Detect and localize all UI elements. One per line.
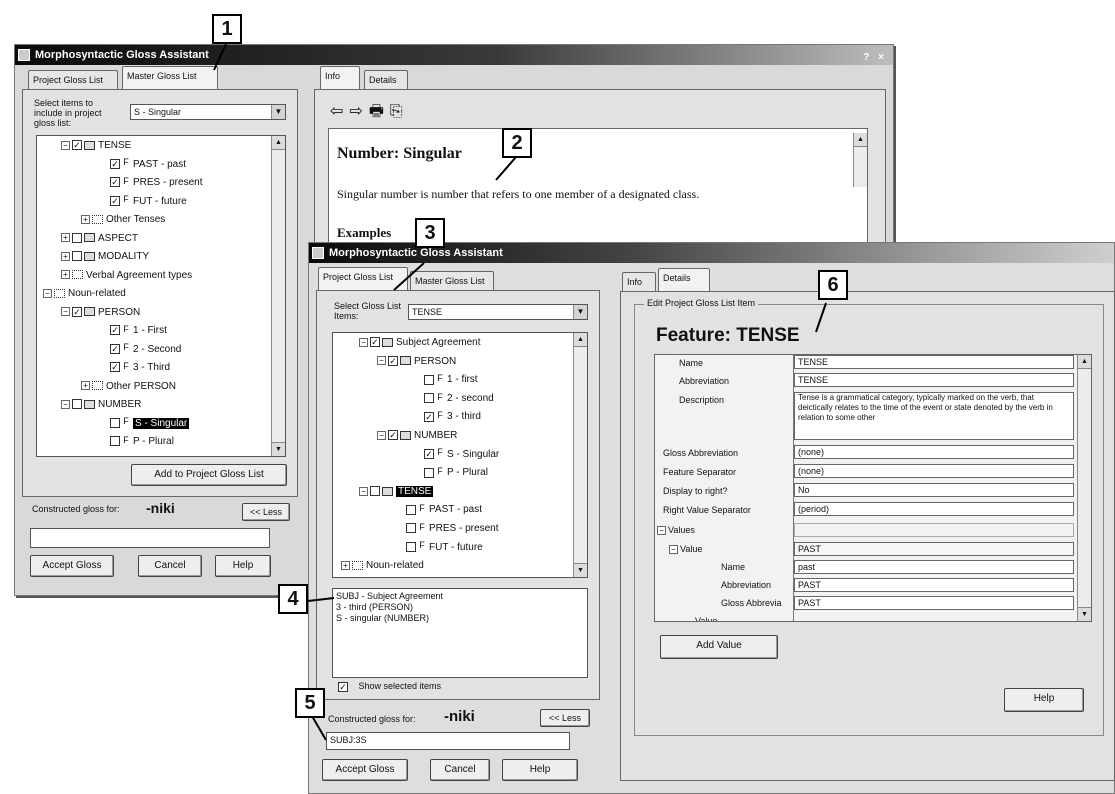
callout-arrow-3 [393, 262, 425, 291]
callout-arrow-1 [213, 43, 227, 71]
callout-2: 2 [502, 128, 532, 158]
callout-arrow-2 [495, 156, 517, 181]
callout-arrow-4 [307, 597, 335, 602]
callout-arrow-5 [311, 715, 327, 741]
callout-arrows [213, 43, 827, 741]
callout-4: 4 [278, 584, 308, 614]
callout-1: 1 [212, 14, 242, 44]
callout-3: 3 [415, 218, 445, 248]
callout-6: 6 [818, 270, 848, 300]
callout-arrow-6 [815, 302, 827, 333]
callout-5: 5 [295, 688, 325, 718]
